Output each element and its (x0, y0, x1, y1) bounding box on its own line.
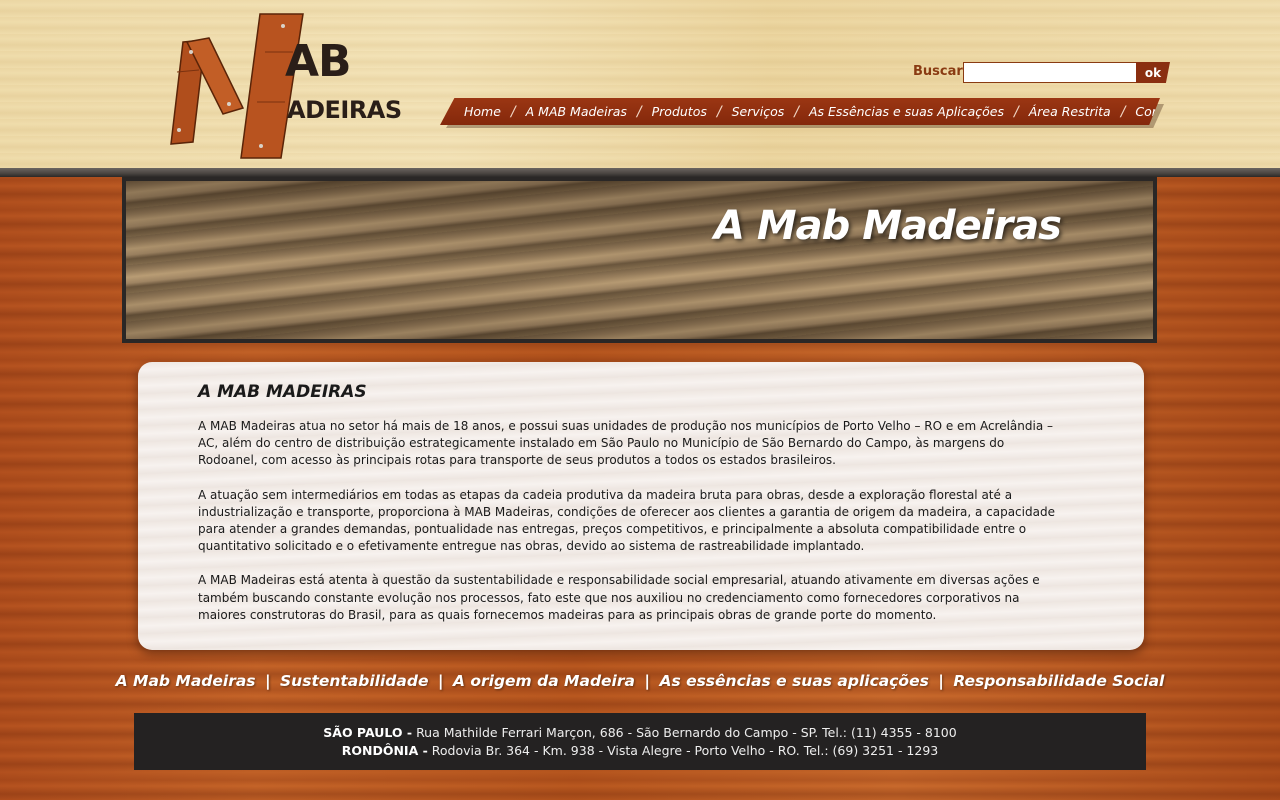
address-rondonia: RONDÔNIA - Rodovia Br. 364 - Km. 938 - V… (342, 742, 939, 760)
footer-link-sustentabilidade[interactable]: Sustentabilidade (280, 672, 428, 690)
page-title: A MAB MADEIRAS (198, 382, 367, 402)
nav-item-produtos[interactable]: Produtos (642, 104, 717, 119)
content-box: A MAB MADEIRAS A MAB Madeiras atua no se… (138, 362, 1144, 650)
footer-links: A Mab Madeiras | Sustentabilidade | A or… (0, 672, 1280, 690)
address-ro-text: Rodovia Br. 364 - Km. 938 - Vista Alegre… (431, 742, 939, 758)
footer-link-separator: | (938, 672, 944, 690)
main-nav: Home / A MAB Madeiras / Produtos / Servi… (440, 98, 1160, 125)
search-ok-button[interactable]: ok (1136, 62, 1170, 83)
footer-link-separator: | (264, 672, 271, 690)
banner-title: A Mab Madeiras (713, 203, 1062, 249)
content-paragraph: A atuação sem intermediários em todas as… (198, 487, 1055, 554)
footer-link-a-mab-madeiras[interactable]: A Mab Madeiras (116, 672, 256, 690)
search-input[interactable] (963, 62, 1141, 83)
address-sao-paulo: SÃO PAULO - Rua Mathilde Ferrari Marçon,… (323, 724, 956, 742)
address-sp-label: SÃO PAULO - (323, 724, 413, 740)
footer-link-essencias[interactable]: As essências e suas aplicações (659, 672, 928, 690)
header-divider (0, 168, 1280, 177)
nav-item-area-restrita[interactable]: Área Restrita (1019, 104, 1121, 119)
content-paragraph: A MAB Madeiras atua no setor há mais de … (198, 419, 1054, 468)
address-bar: SÃO PAULO - Rua Mathilde Ferrari Marçon,… (134, 713, 1146, 770)
logo-text-adeiras: ADEIRAS (287, 96, 402, 124)
logo-m-planks-icon (170, 13, 304, 159)
nav-item-a-mab-madeiras[interactable]: A MAB Madeiras (516, 104, 637, 119)
nav-item-essencias[interactable]: As Essências e suas Aplicações (799, 104, 1014, 119)
logo[interactable]: AB ADEIRAS (165, 12, 405, 162)
content-paragraph: A MAB Madeiras está atenta à questão da … (198, 573, 1040, 622)
nav-item-servicos[interactable]: Serviços (722, 104, 795, 119)
address-ro-label: RONDÔNIA - (341, 742, 428, 758)
footer-link-separator: | (437, 672, 444, 690)
nav-item-home[interactable]: Home (454, 104, 511, 119)
logo-text-ab: AB (285, 36, 352, 87)
footer-link-separator: | (644, 672, 651, 690)
search-label: Buscar (913, 64, 963, 79)
footer-link-responsabilidade-social[interactable]: Responsabilidade Social (953, 672, 1164, 690)
hero-banner: A Mab Madeiras (122, 177, 1157, 343)
address-sp-text: Rua Mathilde Ferrari Marçon, 686 - São B… (416, 724, 957, 740)
header: AB ADEIRAS Buscar ok Home / A MAB Madeir… (0, 0, 1280, 168)
footer-link-origem-madeira[interactable]: A origem da Madeira (453, 672, 635, 690)
content-body: A MAB Madeiras atua no setor há mais de … (198, 418, 1058, 641)
